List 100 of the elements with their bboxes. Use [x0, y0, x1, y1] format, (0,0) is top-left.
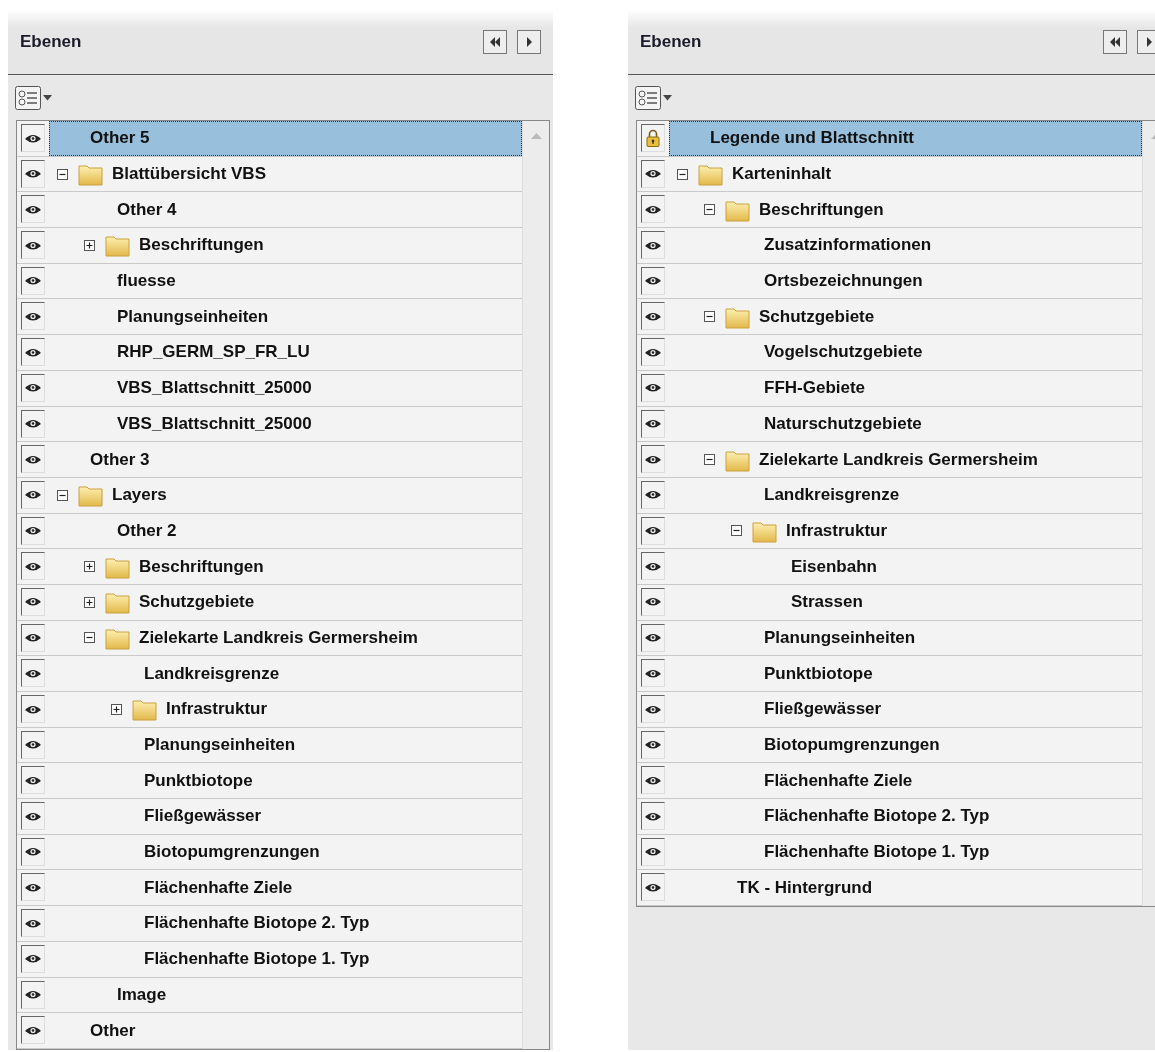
- visibility-toggle[interactable]: [21, 445, 45, 474]
- layer-item[interactable]: Other 4: [49, 192, 522, 228]
- minus-icon[interactable]: [57, 489, 68, 501]
- visibility-toggle[interactable]: [21, 124, 45, 152]
- options-menu-button[interactable]: [15, 85, 52, 110]
- visibility-toggle[interactable]: [21, 552, 45, 581]
- minus-icon[interactable]: [57, 168, 68, 180]
- layer-item[interactable]: Ortsbezeichnungen: [669, 263, 1142, 299]
- plus-icon[interactable]: [84, 596, 95, 608]
- visibility-toggle[interactable]: [21, 373, 45, 402]
- layer-item[interactable]: Other 5: [49, 121, 522, 156]
- layer-item[interactable]: Flächenhafte Biotope 1. Typ: [669, 834, 1142, 870]
- visibility-toggle[interactable]: [21, 730, 45, 759]
- visibility-toggle[interactable]: [641, 195, 665, 224]
- minus-icon[interactable]: [704, 454, 715, 466]
- layer-item[interactable]: Strassen: [669, 584, 1142, 620]
- visibility-toggle[interactable]: [641, 373, 665, 402]
- layer-item[interactable]: Infrastruktur: [669, 513, 1142, 549]
- plus-icon[interactable]: [111, 703, 122, 715]
- visibility-toggle[interactable]: [641, 231, 665, 260]
- visibility-toggle[interactable]: [21, 837, 45, 866]
- layer-item[interactable]: Planungseinheiten: [49, 299, 522, 335]
- layer-item[interactable]: TK - Hintergrund: [669, 870, 1142, 906]
- visibility-toggle[interactable]: [21, 302, 45, 331]
- layer-item[interactable]: Landkreisgrenze: [669, 477, 1142, 513]
- layer-item[interactable]: Planungseinheiten: [49, 727, 522, 763]
- visibility-toggle[interactable]: [641, 302, 665, 331]
- visibility-toggle[interactable]: [641, 766, 665, 795]
- layer-item[interactable]: Fließgewässer: [49, 799, 522, 834]
- layer-item[interactable]: Beschriftungen: [49, 549, 522, 584]
- visibility-toggle[interactable]: [641, 695, 665, 723]
- plus-icon[interactable]: [84, 239, 95, 251]
- visibility-toggle[interactable]: [641, 480, 665, 509]
- layer-item[interactable]: Fließgewässer: [669, 692, 1142, 727]
- scrollbar[interactable]: [522, 121, 549, 1049]
- visibility-toggle[interactable]: [21, 516, 45, 545]
- layer-item[interactable]: Biotopumgrenzungen: [49, 834, 522, 870]
- layer-item[interactable]: Karteninhalt: [669, 156, 1142, 192]
- layer-item[interactable]: Punktbiotope: [669, 656, 1142, 691]
- visibility-toggle[interactable]: [21, 980, 45, 1009]
- layer-item[interactable]: Planungseinheiten: [669, 620, 1142, 656]
- visibility-toggle[interactable]: [21, 1016, 45, 1045]
- visibility-toggle[interactable]: [21, 623, 45, 652]
- visibility-toggle[interactable]: [641, 873, 665, 902]
- layer-item[interactable]: Layers: [49, 477, 522, 513]
- layer-item[interactable]: Punktbiotope: [49, 763, 522, 799]
- visibility-toggle[interactable]: [21, 909, 45, 938]
- layer-item[interactable]: VBS_Blattschnitt_25000: [49, 406, 522, 442]
- next-button[interactable]: [517, 30, 541, 54]
- layer-item[interactable]: Naturschutzgebiete: [669, 406, 1142, 442]
- layer-item[interactable]: fluesse: [49, 263, 522, 299]
- layer-item[interactable]: Beschriftungen: [49, 228, 522, 263]
- visibility-toggle[interactable]: [21, 195, 45, 224]
- visibility-toggle[interactable]: [21, 802, 45, 831]
- collapse-button[interactable]: [1103, 30, 1127, 54]
- minus-icon[interactable]: [84, 632, 95, 644]
- layer-item[interactable]: Schutzgebiete: [49, 584, 522, 620]
- visibility-toggle[interactable]: [21, 587, 45, 616]
- visibility-toggle[interactable]: [21, 766, 45, 795]
- layer-item[interactable]: Zielekarte Landkreis Germersheim: [49, 620, 522, 656]
- layer-item[interactable]: Zusatzinformationen: [669, 228, 1142, 263]
- collapse-button[interactable]: [483, 30, 507, 54]
- layer-item[interactable]: Other: [49, 1013, 522, 1048]
- visibility-toggle[interactable]: [21, 338, 45, 367]
- visibility-toggle[interactable]: [21, 944, 45, 973]
- visibility-toggle[interactable]: [641, 659, 665, 688]
- visibility-toggle[interactable]: [641, 159, 665, 188]
- visibility-toggle[interactable]: [641, 623, 665, 652]
- layer-item[interactable]: Schutzgebiete: [669, 299, 1142, 335]
- layer-item[interactable]: Image: [49, 977, 522, 1013]
- layer-item[interactable]: Eisenbahn: [669, 549, 1142, 584]
- layer-item[interactable]: VBS_Blattschnitt_25000: [49, 370, 522, 406]
- visibility-toggle[interactable]: [641, 266, 665, 295]
- layer-item[interactable]: Infrastruktur: [49, 692, 522, 727]
- layer-item[interactable]: RHP_GERM_SP_FR_LU: [49, 335, 522, 370]
- visibility-toggle[interactable]: [21, 695, 45, 723]
- visibility-toggle[interactable]: [21, 231, 45, 260]
- next-button[interactable]: [1137, 30, 1155, 54]
- visibility-toggle[interactable]: [641, 837, 665, 866]
- minus-icon[interactable]: [677, 168, 688, 180]
- layer-item[interactable]: Blattübersicht VBS: [49, 156, 522, 192]
- layer-item[interactable]: Beschriftungen: [669, 192, 1142, 228]
- visibility-toggle[interactable]: [641, 552, 665, 581]
- visibility-toggle[interactable]: [641, 409, 665, 438]
- visibility-toggle[interactable]: [641, 338, 665, 367]
- layer-item[interactable]: FFH-Gebiete: [669, 370, 1142, 406]
- layer-item[interactable]: Flächenhafte Biotope 2. Typ: [669, 799, 1142, 834]
- visibility-toggle[interactable]: [21, 409, 45, 438]
- layer-item[interactable]: Flächenhafte Ziele: [669, 763, 1142, 799]
- minus-icon[interactable]: [731, 525, 742, 537]
- layer-item[interactable]: Other 2: [49, 513, 522, 549]
- visibility-toggle[interactable]: [641, 516, 665, 545]
- layer-item[interactable]: Flächenhafte Ziele: [49, 870, 522, 906]
- layer-item[interactable]: Biotopumgrenzungen: [669, 727, 1142, 763]
- plus-icon[interactable]: [84, 561, 95, 573]
- layer-item[interactable]: Legende und Blattschnitt: [669, 121, 1142, 156]
- minus-icon[interactable]: [704, 311, 715, 323]
- lock-toggle[interactable]: [641, 124, 665, 152]
- visibility-toggle[interactable]: [21, 873, 45, 902]
- layer-item[interactable]: Landkreisgrenze: [49, 656, 522, 691]
